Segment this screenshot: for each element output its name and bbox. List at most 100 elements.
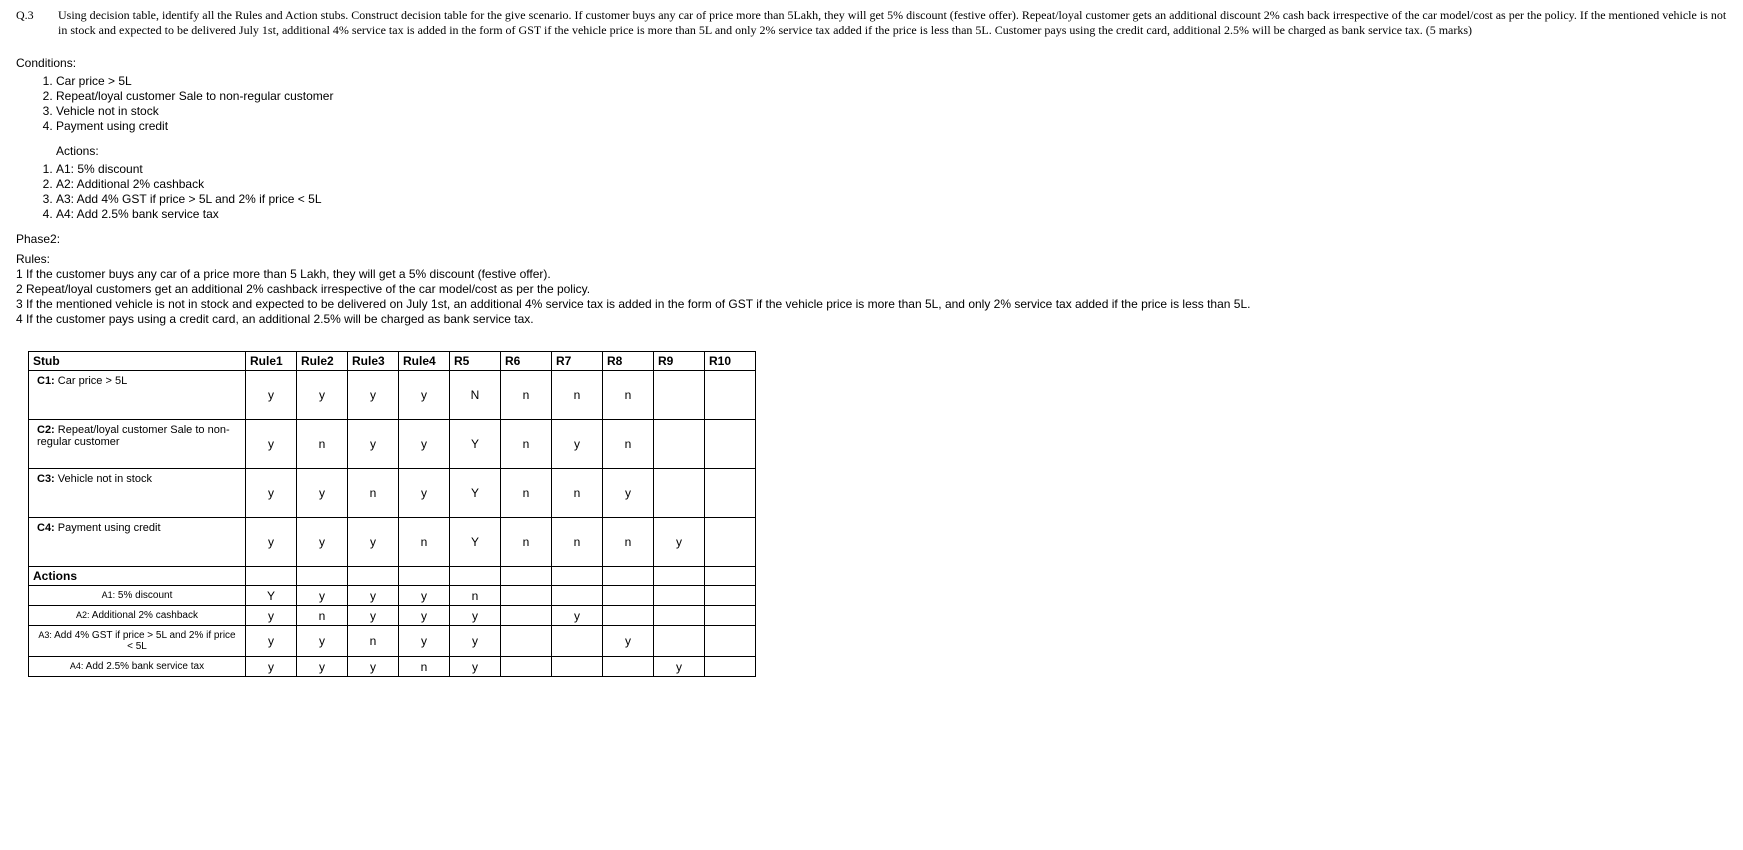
header-stub: Stub	[29, 352, 246, 371]
rule-item: 4 If the customer pays using a credit ca…	[16, 312, 1727, 327]
cell	[501, 586, 552, 606]
rules-block: Rules: 1 If the customer buys any car of…	[16, 252, 1727, 327]
action-stub: A4: Add 2.5% bank service tax	[29, 657, 246, 677]
action-stub: A2: Additional 2% cashback	[29, 606, 246, 626]
cell: n	[603, 371, 654, 420]
cell: Y	[246, 586, 297, 606]
header-rule: Rule4	[399, 352, 450, 371]
cell: n	[552, 469, 603, 518]
cell: n	[552, 371, 603, 420]
cell: y	[399, 586, 450, 606]
cell	[705, 657, 756, 677]
actions-header: Actions	[29, 567, 246, 586]
cell: Y	[450, 469, 501, 518]
cell	[705, 469, 756, 518]
condition-stub: C3: Vehicle not in stock	[29, 469, 246, 518]
header-rule: Rule3	[348, 352, 399, 371]
actions-label: Actions:	[56, 144, 1727, 158]
action-item: A4: Add 2.5% bank service tax	[56, 207, 1727, 222]
cell	[705, 518, 756, 567]
cell	[654, 469, 705, 518]
rule-item: 1 If the customer buys any car of a pric…	[16, 267, 1727, 282]
condition-item: Car price > 5L	[56, 74, 1727, 89]
action-item: A1: 5% discount	[56, 162, 1727, 177]
cell: n	[501, 518, 552, 567]
header-rule: R9	[654, 352, 705, 371]
cell: y	[399, 420, 450, 469]
cell: y	[552, 420, 603, 469]
cell: n	[603, 518, 654, 567]
cell	[552, 586, 603, 606]
cell: n	[450, 586, 501, 606]
cell	[654, 371, 705, 420]
action-row: A1: 5% discount Y y y y n	[29, 586, 756, 606]
cell	[705, 371, 756, 420]
cell: N	[450, 371, 501, 420]
conditions-label: Conditions:	[16, 56, 1727, 70]
cell	[654, 586, 705, 606]
rule-item: 2 Repeat/loyal customers get an addition…	[16, 282, 1727, 297]
cell: y	[246, 469, 297, 518]
condition-row: C2: Repeat/loyal customer Sale to non-re…	[29, 420, 756, 469]
condition-row: C4: Payment using credit y y y n Y n n n…	[29, 518, 756, 567]
cell: n	[348, 626, 399, 657]
cell: y	[348, 518, 399, 567]
question-text: Using decision table, identify all the R…	[58, 8, 1727, 38]
header-rule: R10	[705, 352, 756, 371]
cell: n	[399, 518, 450, 567]
condition-item: Vehicle not in stock	[56, 104, 1727, 119]
header-rule: R6	[501, 352, 552, 371]
cell: n	[297, 420, 348, 469]
cell: y	[297, 469, 348, 518]
cell: n	[501, 469, 552, 518]
condition-row: C1: Car price > 5L y y y y N n n n	[29, 371, 756, 420]
cell: y	[552, 606, 603, 626]
cell: y	[348, 420, 399, 469]
cell	[654, 606, 705, 626]
action-item: A3: Add 4% GST if price > 5L and 2% if p…	[56, 192, 1727, 207]
cell	[552, 626, 603, 657]
action-stub: A1: 5% discount	[29, 586, 246, 606]
action-stub: A3: Add 4% GST if price > 5L and 2% if p…	[29, 626, 246, 657]
rules-label: Rules:	[16, 252, 1727, 267]
cell: y	[297, 626, 348, 657]
cell	[501, 657, 552, 677]
condition-item: Repeat/loyal customer Sale to non-regula…	[56, 89, 1727, 104]
condition-stub: C4: Payment using credit	[29, 518, 246, 567]
cell: y	[246, 371, 297, 420]
question-number: Q.3	[16, 8, 58, 38]
question-header: Q.3 Using decision table, identify all t…	[16, 8, 1727, 38]
cell: y	[297, 586, 348, 606]
cell	[603, 586, 654, 606]
cell: y	[399, 469, 450, 518]
actions-header-row: Actions	[29, 567, 756, 586]
cell	[501, 606, 552, 626]
cell: n	[297, 606, 348, 626]
cell: y	[348, 586, 399, 606]
cell: y	[297, 518, 348, 567]
table-header-row: Stub Rule1 Rule2 Rule3 Rule4 R5 R6 R7 R8…	[29, 352, 756, 371]
phase2-label: Phase2:	[16, 232, 1727, 246]
cell	[603, 606, 654, 626]
cell: y	[348, 606, 399, 626]
cell: y	[348, 657, 399, 677]
header-rule: Rule2	[297, 352, 348, 371]
cell: y	[348, 371, 399, 420]
cell: y	[399, 626, 450, 657]
cell: y	[399, 371, 450, 420]
cell: y	[246, 420, 297, 469]
cell: y	[297, 371, 348, 420]
action-row: A4: Add 2.5% bank service tax y y y n y …	[29, 657, 756, 677]
cell: y	[297, 657, 348, 677]
condition-stub: C1: Car price > 5L	[29, 371, 246, 420]
cell: n	[603, 420, 654, 469]
rule-item: 3 If the mentioned vehicle is not in sto…	[16, 297, 1727, 312]
condition-stub: C2: Repeat/loyal customer Sale to non-re…	[29, 420, 246, 469]
decision-table: Stub Rule1 Rule2 Rule3 Rule4 R5 R6 R7 R8…	[28, 351, 756, 677]
action-row: A3: Add 4% GST if price > 5L and 2% if p…	[29, 626, 756, 657]
cell: n	[552, 518, 603, 567]
cell	[501, 626, 552, 657]
cell	[654, 626, 705, 657]
cell: Y	[450, 420, 501, 469]
cell: y	[450, 657, 501, 677]
